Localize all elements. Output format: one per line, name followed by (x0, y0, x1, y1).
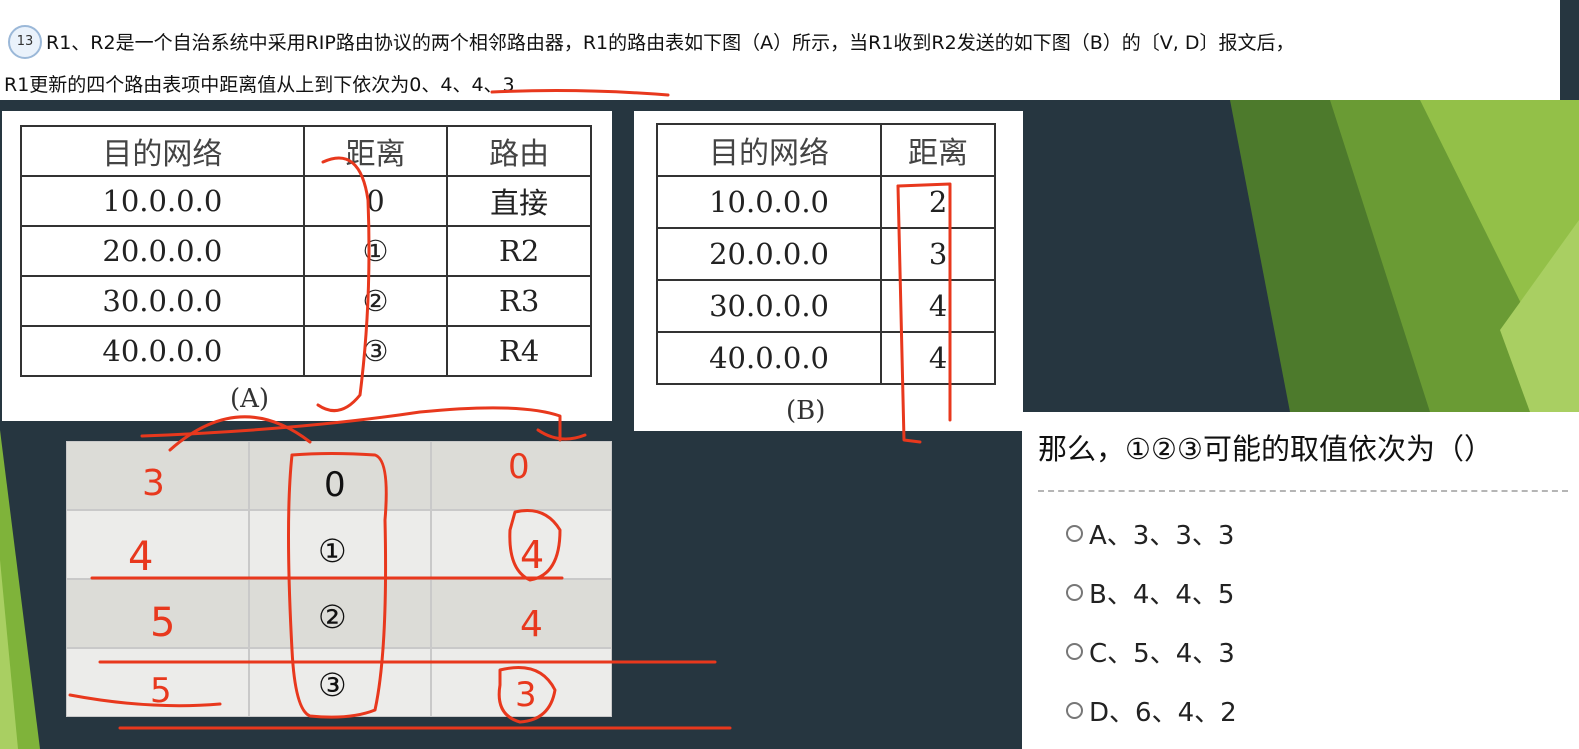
table-b-header-dest: 目的网络 (655, 123, 883, 177)
cell: 20.0.0.0 (655, 227, 883, 281)
cell: 0 (302, 175, 449, 227)
cell: R2 (446, 225, 592, 277)
cell: 30.0.0.0 (655, 279, 883, 333)
option-c[interactable]: C、5、4、3 (1066, 633, 1235, 670)
option-label: D、6、4、2 (1089, 698, 1237, 728)
routing-table-a-card: 目的网络 距离 路由 10.0.0.0 0 直接 20.0.0.0 ① R2 3… (2, 111, 612, 421)
option-b[interactable]: B、4、4、5 (1066, 574, 1234, 611)
work-cell (66, 648, 249, 717)
cell: ② (302, 275, 449, 327)
option-label: B、4、4、5 (1089, 580, 1235, 610)
table-b-header-distance: 距离 (880, 123, 996, 177)
work-cell (66, 441, 249, 510)
table-a-caption: (A) (230, 384, 270, 414)
work-cell (249, 510, 431, 579)
handwritten-work-grid (66, 441, 612, 717)
work-cell (431, 441, 612, 510)
cell: 10.0.0.0 (655, 175, 883, 229)
cell: 4 (880, 331, 996, 385)
cell: 4 (880, 279, 996, 333)
question-line-1: R1、R2是一个自治系统中采用RIP路由协议的两个相邻路由器，R1的路由表如下图… (46, 32, 1295, 54)
work-cell (66, 579, 249, 648)
table-row: 40.0.0.0 ③ R4 (20, 325, 592, 377)
radio-icon[interactable] (1066, 702, 1083, 719)
table-row: 30.0.0.0 ② R3 (20, 275, 592, 327)
work-cell (249, 648, 431, 717)
cell: ① (302, 225, 449, 277)
work-cell (249, 441, 431, 510)
table-row: 10.0.0.0 0 直接 (20, 175, 592, 227)
routing-table-b-card: 目的网络 距离 10.0.0.0 2 20.0.0.0 3 30.0.0.0 4… (634, 111, 1023, 431)
table-row: 20.0.0.0 3 (655, 227, 996, 281)
work-cell (431, 648, 612, 717)
cell: ③ (302, 325, 449, 377)
table-a-header-distance: 距离 (302, 125, 449, 177)
option-a[interactable]: A、3、3、3 (1066, 515, 1234, 552)
radio-icon[interactable] (1066, 584, 1083, 601)
radio-icon[interactable] (1066, 643, 1083, 660)
cell: 2 (880, 175, 996, 229)
cell: 40.0.0.0 (20, 325, 305, 377)
cell: 10.0.0.0 (20, 175, 305, 227)
cell: R4 (446, 325, 592, 377)
cell: 30.0.0.0 (20, 275, 305, 327)
answer-options-panel: 那么，①②③可能的取值依次为（） A、3、3、3 B、4、4、5 C、5、4、3… (1022, 412, 1579, 749)
cell: 40.0.0.0 (655, 331, 883, 385)
options-prompt: 那么，①②③可能的取值依次为（） (1038, 432, 1493, 466)
table-a-header-route: 路由 (446, 125, 592, 177)
cell: 直接 (446, 175, 592, 227)
table-row: 20.0.0.0 ① R2 (20, 225, 592, 277)
table-b-caption: (B) (786, 396, 826, 426)
work-cell (66, 510, 249, 579)
option-d[interactable]: D、6、4、2 (1066, 692, 1237, 729)
table-row: 10.0.0.0 2 (655, 175, 996, 229)
question-number-badge: 13 (8, 25, 42, 59)
option-label: C、5、4、3 (1089, 639, 1235, 669)
cell: R3 (446, 275, 592, 327)
work-cell (431, 579, 612, 648)
routing-table-b: 目的网络 距离 10.0.0.0 2 20.0.0.0 3 30.0.0.0 4… (655, 123, 996, 385)
work-cell (431, 510, 612, 579)
question-line-2: R1更新的四个路由表项中距离值从上到下依次为0、4、4、3 (4, 74, 515, 96)
option-label: A、3、3、3 (1089, 521, 1235, 551)
table-row: 40.0.0.0 4 (655, 331, 996, 385)
question-text-bar: 13 R1、R2是一个自治系统中采用RIP路由协议的两个相邻路由器，R1的路由表… (0, 0, 1560, 100)
work-cell (249, 579, 431, 648)
cell: 3 (880, 227, 996, 281)
table-a-header-dest: 目的网络 (20, 125, 305, 177)
routing-table-a: 目的网络 距离 路由 10.0.0.0 0 直接 20.0.0.0 ① R2 3… (20, 125, 592, 377)
divider (1038, 490, 1568, 492)
cell: 20.0.0.0 (20, 225, 305, 277)
table-row: 30.0.0.0 4 (655, 279, 996, 333)
radio-icon[interactable] (1066, 525, 1083, 542)
